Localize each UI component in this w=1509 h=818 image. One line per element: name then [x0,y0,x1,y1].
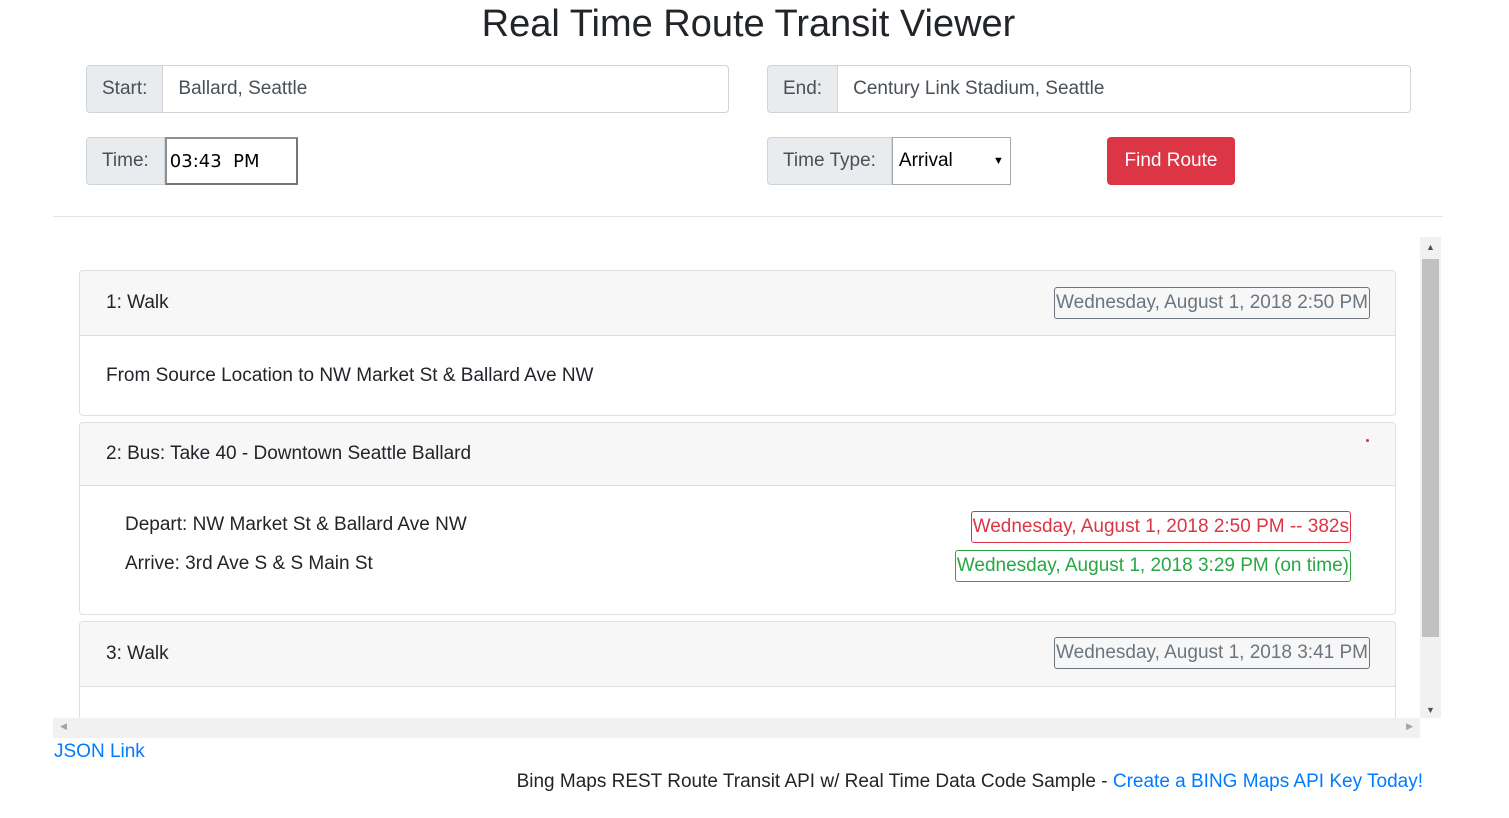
start-label: Start: [86,65,164,113]
leg-title: 1: Walk [106,292,169,313]
leg-body: From Source Location to NW Market St & B… [80,336,1395,415]
horizontal-scrollbar[interactable]: ◀ ▶ [53,718,1420,738]
triangle-up-icon[interactable]: ▲ [1420,242,1441,252]
api-key-link[interactable]: Create a BING Maps API Key Today! [1113,771,1423,792]
find-route-button[interactable]: Find Route [1107,137,1235,185]
time-type-select[interactable]: Arrival ▼ [891,137,1011,185]
start-input-group: Start: Ballard, Seattle [86,65,729,113]
status-dot-icon [1366,439,1369,442]
arrive-time-badge: Wednesday, August 1, 2018 3:29 PM (on ti… [954,550,1351,582]
leg-header[interactable]: 1: Walk Wednesday, August 1, 2018 2:50 P… [80,271,1395,336]
triangle-left-icon[interactable]: ◀ [60,721,67,732]
triangle-down-icon[interactable]: ▼ [1420,705,1441,715]
leg-header[interactable]: 3: Walk Wednesday, August 1, 2018 3:41 P… [80,622,1395,687]
scrollbar-thumb[interactable] [1422,259,1439,637]
footer-text: Bing Maps REST Route Transit API w/ Real… [516,771,1113,792]
leg-header[interactable]: 2: Bus: Take 40 - Downtown Seattle Balla… [80,423,1395,486]
triangle-down-icon: ▼ [993,155,1004,167]
time-type-input-group: Time Type: Arrival ▼ [767,137,1012,185]
start-input[interactable]: Ballard, Seattle [163,65,729,113]
depart-time-badge: Wednesday, August 1, 2018 2:50 PM -- 382… [970,511,1351,543]
end-input-group: End: Century Link Stadium, Seattle [767,65,1411,113]
time-type-label: Time Type: [767,137,892,185]
end-label: End: [767,65,839,113]
divider [53,216,1443,217]
page-title: Real Time Route Transit Viewer [481,3,1016,45]
arrive-stop: Arrive: 3rd Ave S & S Main St [125,553,373,574]
time-input[interactable]: 03:43 PM [164,137,298,185]
route-leg-card: 2: Bus: Take 40 - Downtown Seattle Balla… [79,422,1396,615]
time-label: Time: [86,137,165,185]
triangle-right-icon[interactable]: ▶ [1406,721,1413,732]
leg-title: 2: Bus: Take 40 - Downtown Seattle Balla… [106,443,472,464]
time-value: 03:43 PM [169,150,260,172]
leg-time-badge: Wednesday, August 1, 2018 3:41 PM [1054,637,1370,669]
depart-stop: Depart: NW Market St & Ballard Ave NW [125,514,467,535]
route-leg-card: 1: Walk Wednesday, August 1, 2018 2:50 P… [79,270,1396,416]
footer: Bing Maps REST Route Transit API w/ Real… [517,771,1423,793]
leg-title: 3: Walk [106,643,169,664]
json-link[interactable]: JSON Link [54,741,145,763]
leg-time-badge: Wednesday, August 1, 2018 2:50 PM [1054,287,1370,319]
leg-description: From Source Location to NW Market St & B… [106,365,594,386]
vertical-scrollbar[interactable]: ▲ ▼ [1420,237,1441,718]
time-input-group: Time: 03:43 PM [86,137,298,185]
time-type-value: Arrival [898,150,953,171]
end-input[interactable]: Century Link Stadium, Seattle [838,65,1411,113]
leg-body: Depart: NW Market St & Ballard Ave NW We… [80,486,1395,614]
